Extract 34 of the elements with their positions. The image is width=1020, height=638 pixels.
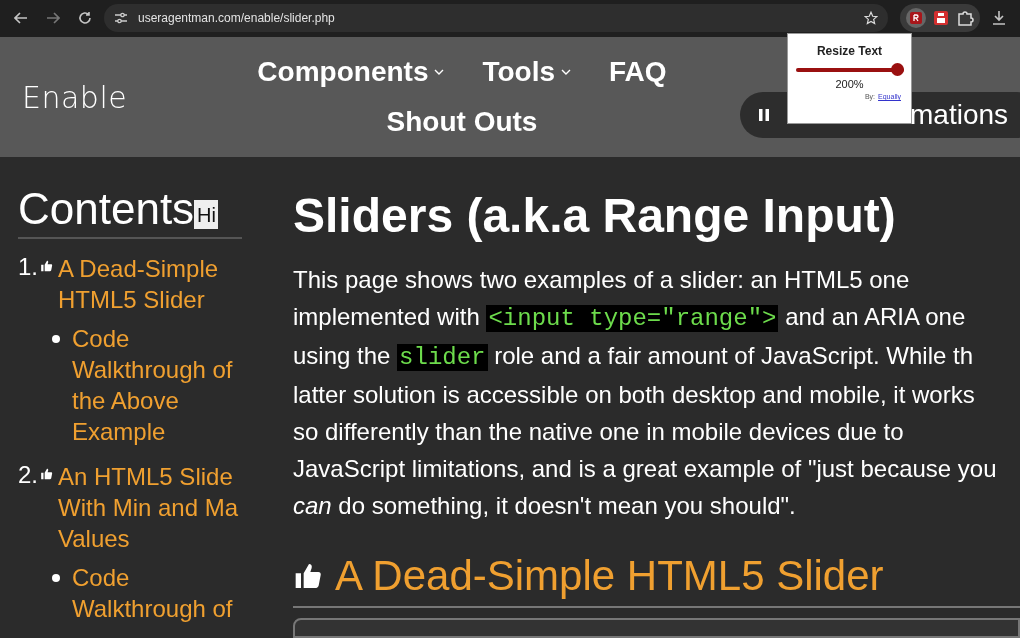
slider-reading: 200% (835, 78, 864, 90)
hide-button[interactable]: Hi (194, 200, 218, 230)
nav-link[interactable]: Tools (482, 56, 572, 89)
pause-icon (758, 107, 770, 122)
nav-link[interactable]: Components (257, 56, 445, 89)
tune-icon[interactable] (114, 12, 128, 25)
nav-link[interactable]: FAQ (609, 56, 667, 89)
puzzle-icon[interactable] (956, 9, 974, 28)
intro-paragraph: This page shows two examples of a slider: an HTML5 one implemented with <input type="range"> and an ARIA one using the slider role and a fair amount of JavaScript. While th latter solution is accessible on both desktop and mobile, it works so differently than the native one in mobile devices due to JavaScript limitations, and is a great example of "just because you can do something, it doesn't mean you should". (293, 265, 998, 521)
address-bar[interactable]: useragentman.com/enable/slider.php (104, 4, 888, 33)
extension-icon[interactable] (932, 9, 950, 28)
list-number: 2. (18, 461, 39, 491)
star-icon[interactable] (864, 11, 878, 26)
bullet (52, 574, 60, 583)
contents-link[interactable]: A Dead-Simple HTML5 Slider (58, 253, 219, 316)
chevron-down-icon (434, 68, 445, 77)
page-title: Sliders (a.k.a Range Input) (293, 188, 897, 245)
resize-slider[interactable] (795, 63, 904, 76)
contents-link[interactable]: Code Walkthrough of (72, 562, 233, 625)
chevron-down-icon (561, 68, 572, 77)
contents-title: Contents (18, 187, 195, 232)
site-logo[interactable]: Enable (22, 79, 222, 115)
popup-title: Resize Text (816, 44, 883, 58)
nav-link[interactable]: Shout Outs (386, 106, 538, 139)
extension-icon[interactable] (906, 8, 926, 29)
url-text: useragentman.com/enable/slider.php (138, 11, 336, 26)
contents-link[interactable]: Code Walkthrough of the Above Example (72, 323, 233, 448)
slider-thumb[interactable] (890, 63, 904, 76)
section-heading: A Dead-Simple HTML5 Slider (335, 552, 884, 600)
list-number: 1. (18, 253, 39, 283)
thumbs-up-icon (40, 467, 54, 482)
bullet (52, 335, 60, 344)
contents-link[interactable]: An HTML5 Slide With Min and Ma Values (58, 461, 239, 555)
thumbs-up-icon (40, 259, 54, 274)
